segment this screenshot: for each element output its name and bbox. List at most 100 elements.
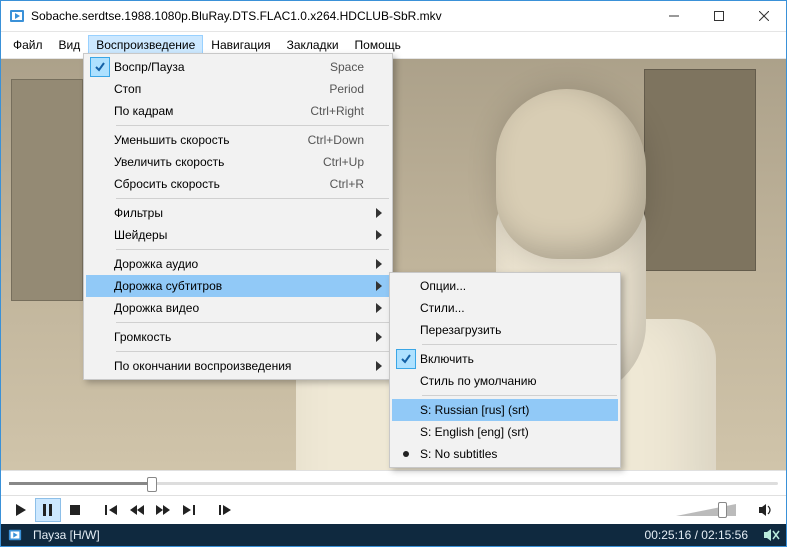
rewind-button[interactable]	[125, 499, 149, 521]
maximize-button[interactable]	[696, 1, 741, 31]
status-app-icon	[7, 527, 23, 543]
menu-row[interactable]: Уменьшить скоростьCtrl+Down	[86, 129, 390, 151]
volume-slider[interactable]	[676, 506, 746, 514]
menu-accelerator: Ctrl+R	[330, 177, 370, 191]
titlebar: Sobache.serdtse.1988.1080p.BluRay.DTS.FL…	[1, 1, 786, 32]
radio-dot-icon	[403, 451, 409, 457]
menu-item[interactable]: Файл	[5, 35, 51, 55]
submenu-arrow-icon	[376, 361, 382, 371]
menu-row[interactable]: Дорожка видео	[86, 297, 390, 319]
menu-row[interactable]: S: English [eng] (srt)	[392, 421, 618, 443]
menu-separator	[116, 125, 389, 126]
menu-accelerator: Ctrl+Down	[308, 133, 370, 147]
frame-step-button[interactable]	[213, 499, 237, 521]
app-window: Sobache.serdtse.1988.1080p.BluRay.DTS.FL…	[0, 0, 787, 547]
playback-menu[interactable]: Воспр/ПаузаSpaceСтопPeriodПо кадрамCtrl+…	[83, 53, 393, 380]
menu-row[interactable]: Громкость	[86, 326, 390, 348]
menu-item[interactable]: Закладки	[279, 35, 347, 55]
menu-row[interactable]: По кадрамCtrl+Right	[86, 100, 390, 122]
submenu-arrow-icon	[376, 208, 382, 218]
menu-row[interactable]: Перезагрузить	[392, 319, 618, 341]
menu-label: Стиль по умолчанию	[420, 374, 598, 388]
submenu-arrow-icon	[376, 230, 382, 240]
check-icon	[396, 349, 416, 369]
skip-back-button[interactable]	[99, 499, 123, 521]
menu-item[interactable]: Воспроизведение	[88, 35, 203, 55]
menu-item[interactable]: Помощь	[347, 35, 409, 55]
time-current: 00:25:16	[645, 528, 692, 542]
menu-label: По окончании воспроизведения	[114, 359, 370, 373]
menu-separator	[422, 395, 617, 396]
menu-row[interactable]: Воспр/ПаузаSpace	[86, 56, 390, 78]
menu-row[interactable]: Дорожка субтитров	[86, 275, 390, 297]
menu-separator	[116, 249, 389, 250]
menu-row[interactable]: S: Russian [rus] (srt)	[392, 399, 618, 421]
menu-label: Фильтры	[114, 206, 370, 220]
menu-accelerator: Space	[330, 60, 370, 74]
close-button[interactable]	[741, 1, 786, 31]
menu-row[interactable]: Шейдеры	[86, 224, 390, 246]
pause-button[interactable]	[35, 498, 61, 522]
status-text: Пауза [H/W]	[33, 528, 635, 542]
menu-row[interactable]: СтопPeriod	[86, 78, 390, 100]
seek-fill	[9, 482, 151, 485]
menu-label: Уменьшить скорость	[114, 133, 308, 147]
app-icon	[9, 8, 25, 24]
menu-label: Сбросить скорость	[114, 177, 330, 191]
forward-button[interactable]	[151, 499, 175, 521]
time-total: 02:15:56	[701, 528, 748, 542]
menu-label: Дорожка аудио	[114, 257, 370, 271]
menu-separator	[116, 198, 389, 199]
menu-label: S: Russian [rus] (srt)	[420, 403, 598, 417]
menu-row[interactable]: Дорожка аудио	[86, 253, 390, 275]
menu-label: По кадрам	[114, 104, 310, 118]
menu-row[interactable]: S: No subtitles	[392, 443, 618, 465]
menu-label: Перезагрузить	[420, 323, 598, 337]
menu-accelerator: Ctrl+Up	[323, 155, 370, 169]
submenu-arrow-icon	[376, 303, 382, 313]
menu-row[interactable]: Стили...	[392, 297, 618, 319]
menu-label: Стили...	[420, 301, 598, 315]
menu-accelerator: Ctrl+Right	[310, 104, 370, 118]
skip-forward-button[interactable]	[177, 499, 201, 521]
seek-thumb[interactable]	[147, 477, 157, 492]
status-bar: Пауза [H/W] 00:25:16 / 02:15:56	[1, 524, 786, 546]
menu-item[interactable]: Вид	[51, 35, 89, 55]
menu-label: Дорожка субтитров	[114, 279, 370, 293]
volume-icon[interactable]	[754, 499, 778, 521]
menu-label: S: English [eng] (srt)	[420, 425, 598, 439]
menu-label: Стоп	[114, 82, 329, 96]
seek-track[interactable]	[9, 482, 778, 485]
menu-label: Увеличить скорость	[114, 155, 323, 169]
menu-row[interactable]: Включить	[392, 348, 618, 370]
menu-row[interactable]: Стиль по умолчанию	[392, 370, 618, 392]
menu-item[interactable]: Навигация	[203, 35, 278, 55]
menu-row[interactable]: Фильтры	[86, 202, 390, 224]
menu-label: Включить	[420, 352, 598, 366]
seek-bar[interactable]	[1, 470, 786, 495]
menu-label: Опции...	[420, 279, 598, 293]
volume-thumb[interactable]	[718, 502, 727, 518]
menu-row[interactable]: Сбросить скоростьCtrl+R	[86, 173, 390, 195]
menu-label: Воспр/Пауза	[114, 60, 330, 74]
submenu-arrow-icon	[376, 281, 382, 291]
subtitle-track-submenu[interactable]: Опции... Стили... Перезагрузить Включить Сти…	[389, 272, 621, 468]
mute-icon[interactable]	[764, 528, 780, 542]
menu-separator	[116, 322, 389, 323]
menu-separator	[422, 344, 617, 345]
menu-label: Шейдеры	[114, 228, 370, 242]
menu-label: Дорожка видео	[114, 301, 370, 315]
menu-row[interactable]: По окончании воспроизведения	[86, 355, 390, 377]
minimize-button[interactable]	[651, 1, 696, 31]
menu-separator	[116, 351, 389, 352]
playback-controls	[1, 495, 786, 524]
stop-button[interactable]	[63, 499, 87, 521]
menu-row[interactable]: Опции...	[392, 275, 618, 297]
submenu-arrow-icon	[376, 259, 382, 269]
play-button[interactable]	[9, 499, 33, 521]
submenu-arrow-icon	[376, 332, 382, 342]
window-title: Sobache.serdtse.1988.1080p.BluRay.DTS.FL…	[31, 9, 651, 23]
check-icon	[90, 57, 110, 77]
status-time: 00:25:16 / 02:15:56	[645, 528, 748, 542]
menu-row[interactable]: Увеличить скоростьCtrl+Up	[86, 151, 390, 173]
